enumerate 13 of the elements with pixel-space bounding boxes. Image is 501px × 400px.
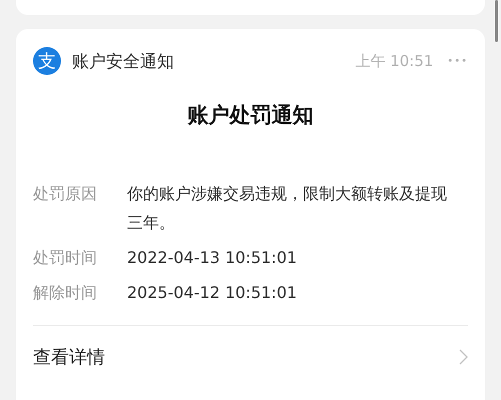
field-label: 处罚时间 bbox=[33, 247, 98, 269]
notice-title: 账户处罚通知 bbox=[186, 102, 314, 129]
field-value: 2022-04-13 10:51:01 bbox=[127, 247, 298, 269]
view-details-link[interactable]: 查看详情 bbox=[33, 345, 105, 369]
sender-name: 账户安全通知 bbox=[72, 50, 175, 72]
app-logo: 支 bbox=[33, 47, 61, 75]
chevron-right-icon bbox=[459, 349, 468, 365]
field-value: 你的账户涉嫌交易违规，限制大额转账及提现三年。 bbox=[127, 183, 447, 234]
scrollbar bbox=[495, 0, 498, 42]
field-label: 解除时间 bbox=[33, 282, 98, 304]
field-value: 2025-04-12 10:51:01 bbox=[127, 282, 298, 304]
message-time: 上午 10:51 bbox=[355, 52, 434, 70]
field-label: 处罚原因 bbox=[33, 183, 98, 205]
